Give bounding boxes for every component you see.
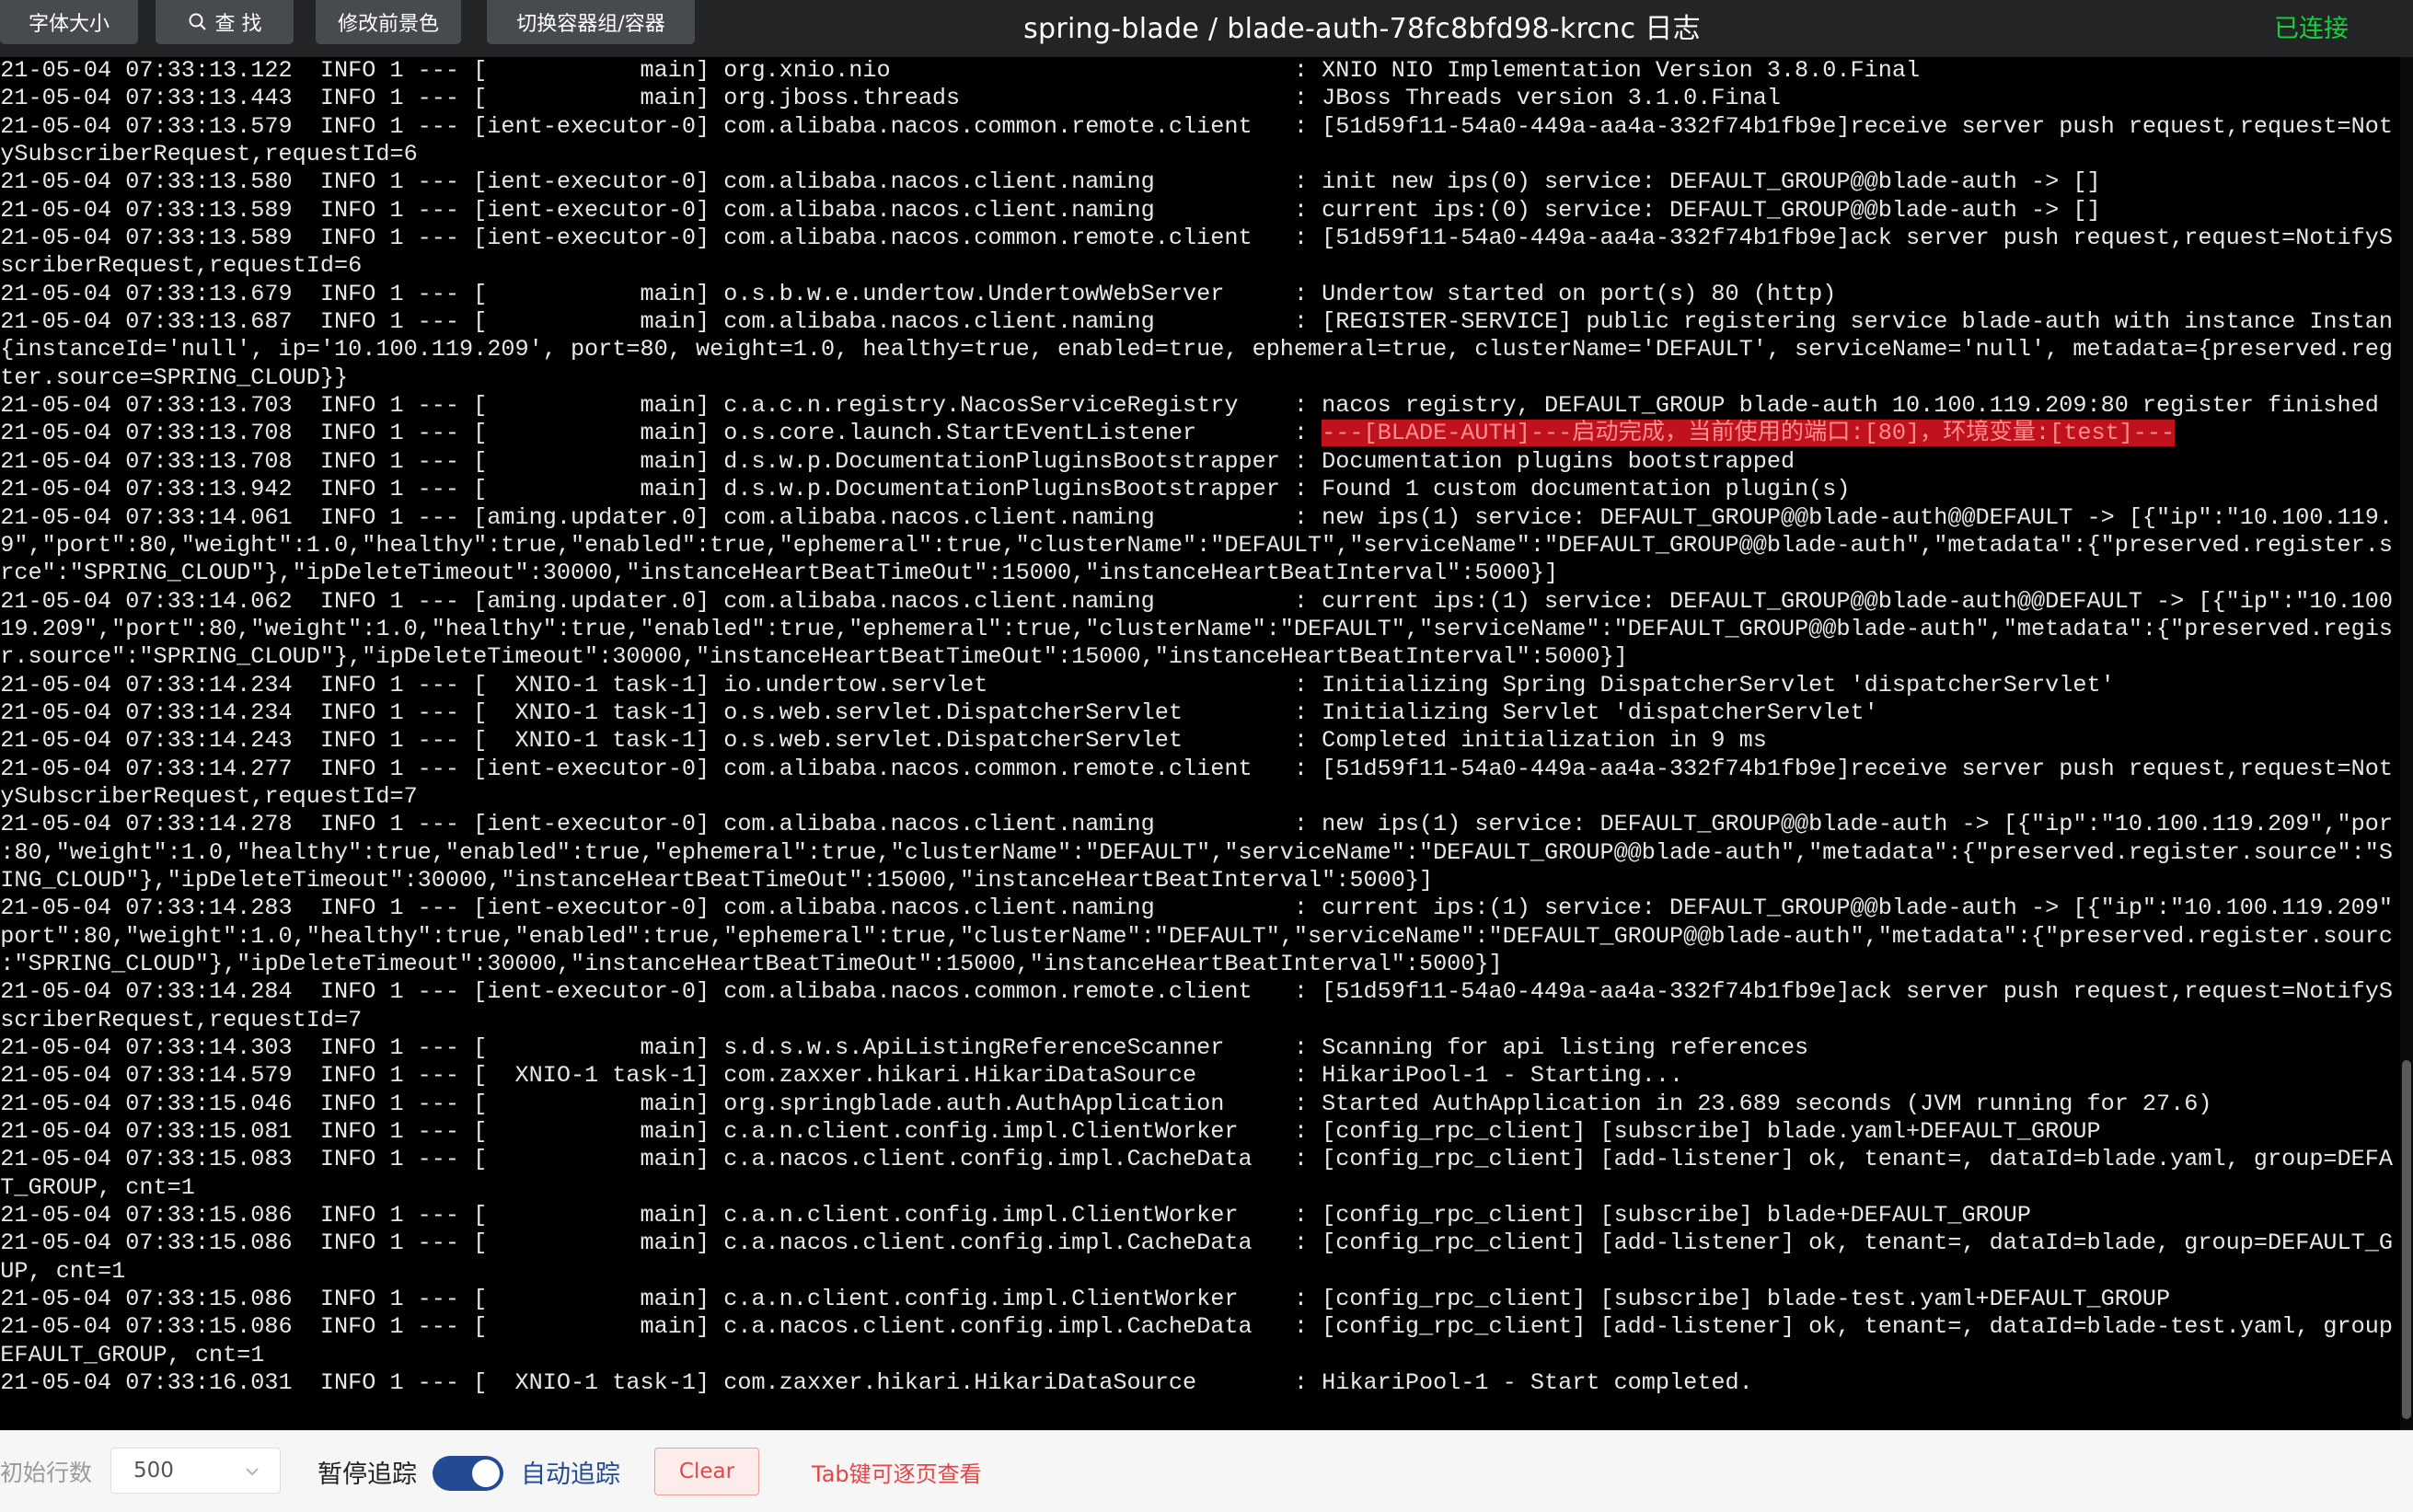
log-line: ifySubscriberRequest,requestId=6 — [0, 141, 418, 168]
log-line: 2021-05-04 07:33:15.086 INFO 1 --- [ mai… — [0, 1313, 2394, 1341]
page-title: spring-blade / blade-auth-78fc8bfd98-krc… — [1023, 13, 1701, 45]
log-line: 2021-05-04 07:33:14.579 INFO 1 --- [ XNI… — [0, 1062, 1684, 1090]
log-line: 2021-05-04 07:33:13.580 INFO 1 --- [ient… — [0, 168, 2101, 196]
log-line: 2021-05-04 07:33:14.062 INFO 1 --- [amin… — [0, 587, 2394, 615]
log-line: 2021-05-04 07:33:13.679 INFO 1 --- [ mai… — [0, 280, 1837, 307]
log-line: ROUP, cnt=1 — [0, 1257, 126, 1285]
log-line: 2021-05-04 07:33:13.122 INFO 1 --- [ mai… — [0, 57, 1921, 84]
log-line: 2021-05-04 07:33:14.283 INFO 1 --- [ient… — [0, 895, 2394, 922]
log-line: 2021-05-04 07:33:14.278 INFO 1 --- [ient… — [0, 811, 2394, 838]
log-line: ULT_GROUP, cnt=1 — [0, 1173, 195, 1201]
search-button-label: 查 找 — [214, 13, 262, 36]
initial-lines-select[interactable]: 500 — [110, 1448, 281, 1494]
log-line: 2021-05-04 07:33:14.277 INFO 1 --- [ient… — [0, 755, 2394, 782]
log-line: 2021-05-04 07:33:15.086 INFO 1 --- [ mai… — [0, 1229, 2394, 1257]
log-line: PRING_CLOUD"},"ipDeleteTimeout":30000,"i… — [0, 866, 1434, 894]
log-line: ubscriberRequest,requestId=7 — [0, 1006, 363, 1033]
initial-lines-label: 初始行数 — [0, 1460, 93, 1486]
log-line: ifySubscriberRequest,requestId=7 — [0, 782, 418, 810]
log-line: ource":"SPRING_CLOUD"},"ipDeleteTimeout"… — [0, 560, 1559, 587]
log-text: 2021-05-04 07:33:13.122 INFO 1 --- [ mai… — [0, 57, 2394, 1398]
switch-container-button[interactable]: 切换容器组/容器 — [487, 0, 695, 44]
log-line: 2021-05-04 07:33:14.234 INFO 1 --- [ XNI… — [0, 698, 1878, 726]
log-line: 2021-05-04 07:33:14.061 INFO 1 --- [amin… — [0, 503, 2394, 531]
startup-highlight: ---[BLADE-AUTH]---启动完成，当前使用的端口:[80]，环境变量… — [1322, 420, 2176, 447]
log-line: ter.source":"SPRING_CLOUD"},"ipDeleteTim… — [0, 643, 1628, 671]
log-line: 2021-05-04 07:33:13.703 INFO 1 --- [ mai… — [0, 392, 2379, 420]
auto-tracking-toggle[interactable] — [433, 1456, 503, 1491]
top-toolbar: 字体大小 查 找 修改前景色 切换容器组/容器 spring-blade / b… — [0, 0, 2413, 57]
log-line: .119.209","port":80,"weight":1.0,"health… — [0, 615, 2394, 642]
log-line: 2021-05-04 07:33:13.579 INFO 1 --- [ient… — [0, 112, 2394, 140]
log-line-prefix: 2021-05-04 07:33:13.708 INFO 1 --- [ mai… — [0, 420, 1322, 447]
log-line: ubscriberRequest,requestId=6 — [0, 252, 363, 280]
log-line: 2021-05-04 07:33:13.589 INFO 1 --- [ient… — [0, 225, 2394, 252]
initial-lines-value: 500 — [133, 1459, 174, 1483]
chevron-down-icon — [246, 1468, 259, 1476]
connection-status: 已连接 — [2274, 14, 2349, 43]
log-line: ister.source=SPRING_CLOUD}} — [0, 364, 349, 391]
log-line: 2021-05-04 07:33:15.086 INFO 1 --- [ mai… — [0, 1202, 2032, 1229]
tab-hint: Tab键可逐页查看 — [812, 1460, 982, 1487]
log-output[interactable]: 2021-05-04 07:33:13.122 INFO 1 --- [ mai… — [0, 57, 2400, 1430]
auto-tracking-label: 自动追踪 — [521, 1460, 620, 1489]
log-line: 209","port":80,"weight":1.0,"healthy":tr… — [0, 531, 2394, 559]
log-line: ,"port":80,"weight":1.0,"healthy":true,"… — [0, 922, 2394, 950]
log-line: 2021-05-04 07:33:15.046 INFO 1 --- [ mai… — [0, 1090, 2212, 1117]
log-line: e":"SPRING_CLOUD"},"ipDeleteTimeout":300… — [0, 951, 1503, 977]
search-icon — [189, 13, 206, 30]
clear-button[interactable]: Clear — [654, 1448, 759, 1495]
font-size-button[interactable]: 字体大小 — [0, 0, 138, 44]
log-line: =DEFAULT_GROUP, cnt=1 — [0, 1341, 265, 1368]
log-line: t":80,"weight":1.0,"healthy":true,"enabl… — [0, 838, 2394, 866]
log-line: 2021-05-04 07:33:14.243 INFO 1 --- [ XNI… — [0, 727, 1767, 755]
log-line: 2021-05-04 07:33:15.083 INFO 1 --- [ mai… — [0, 1146, 2394, 1173]
log-line: 2021-05-04 07:33:13.687 INFO 1 --- [ mai… — [0, 308, 2394, 336]
log-line: 2021-05-04 07:33:13.708 INFO 1 --- [ mai… — [0, 447, 1795, 475]
log-line: 2021-05-04 07:33:13.942 INFO 1 --- [ mai… — [0, 476, 1851, 503]
log-line: 2021-05-04 07:33:13.443 INFO 1 --- [ mai… — [0, 85, 1781, 112]
log-line: 2021-05-04 07:33:14.303 INFO 1 --- [ mai… — [0, 1034, 1809, 1062]
scrollbar-thumb[interactable] — [2402, 1060, 2411, 1419]
log-line: 2021-05-04 07:33:16.031 INFO 1 --- [ XNI… — [0, 1369, 1753, 1397]
toggle-knob — [472, 1460, 500, 1487]
log-line: 2021-05-04 07:33:14.284 INFO 1 --- [ient… — [0, 978, 2394, 1006]
log-line: 2021-05-04 07:33:15.086 INFO 1 --- [ mai… — [0, 1286, 2171, 1313]
foreground-color-button[interactable]: 修改前景色 — [316, 0, 461, 44]
log-scrollbar[interactable] — [2400, 57, 2413, 1430]
log-line: 2021-05-04 07:33:15.081 INFO 1 --- [ mai… — [0, 1118, 2101, 1146]
log-line: 2021-05-04 07:33:13.589 INFO 1 --- [ient… — [0, 196, 2101, 224]
log-line: 2021-05-04 07:33:14.234 INFO 1 --- [ XNI… — [0, 671, 2115, 698]
log-line: ce{instanceId='null', ip='10.100.119.209… — [0, 336, 2394, 364]
bottom-toolbar: 初始行数 500 暂停追踪 自动追踪 Clear Tab键可逐页查看 — [0, 1430, 2413, 1512]
log-line: 2021-05-04 07:33:13.708 INFO 1 --- [ mai… — [0, 420, 2373, 447]
pause-tracking-label: 暂停追踪 — [318, 1460, 417, 1489]
search-button[interactable]: 查 找 — [156, 0, 294, 44]
